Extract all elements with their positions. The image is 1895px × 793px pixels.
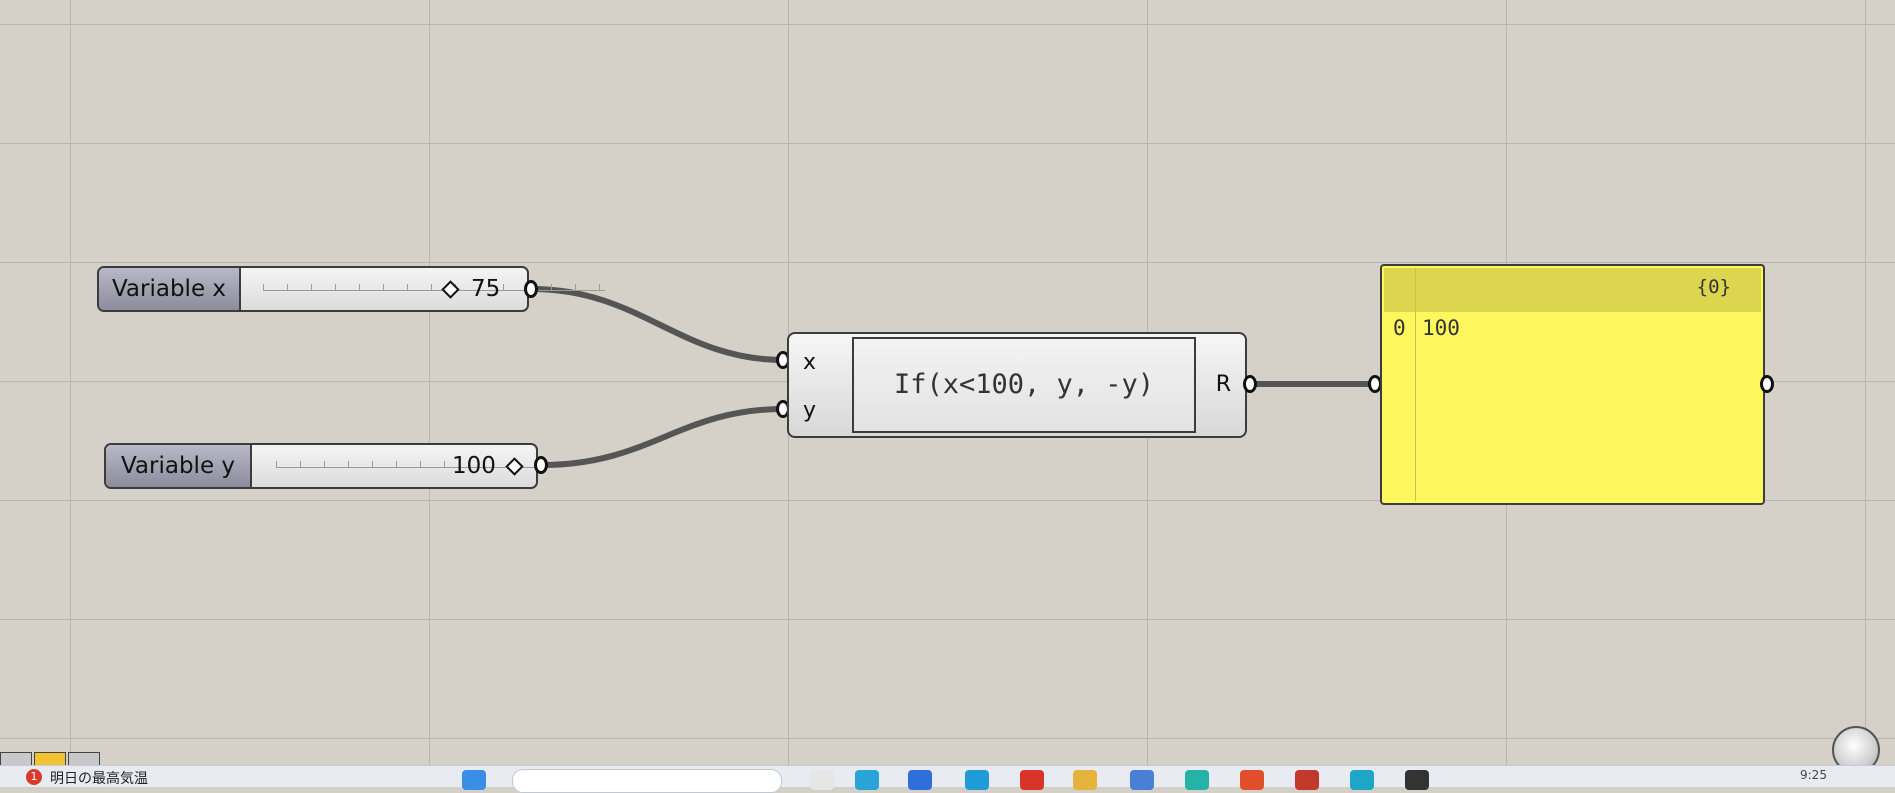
expression-formula[interactable]: If(x<100, y, -y)	[852, 337, 1196, 433]
slider-x-track[interactable]	[263, 280, 605, 291]
slider-x-value: 75	[471, 276, 501, 302]
slider-x-output-port[interactable]	[524, 280, 538, 298]
expression-output-port-r[interactable]	[1243, 375, 1257, 393]
slider-y-output-port[interactable]	[534, 456, 548, 474]
rhino-icon[interactable]	[1405, 770, 1429, 790]
panel-row-index: 0	[1393, 316, 1406, 340]
wire-x	[531, 286, 784, 363]
panel-data-path: {0}	[1696, 276, 1731, 298]
input-x-label: x	[803, 350, 817, 375]
slider-y-value: 100	[452, 453, 496, 479]
weather-widget[interactable]: 明日の最高気温	[50, 768, 148, 788]
weather-notification-badge: 1	[26, 769, 42, 785]
taskbar-clock: 9:25	[1800, 768, 1827, 782]
grasshopper-canvas[interactable]: Variable x 75 Variable y 100 x y If(x<10…	[0, 0, 1895, 765]
panel-component[interactable]: {0} 0 100	[1380, 264, 1765, 505]
slider-variable-y[interactable]: Variable y 100	[104, 443, 548, 489]
taskbar-app-icon-8[interactable]	[1240, 770, 1264, 790]
slider-x-label: Variable x	[99, 268, 241, 310]
slider-variable-x[interactable]: Variable x 75	[97, 266, 605, 312]
windows-taskbar: 1 明日の最高気温 9:25	[0, 765, 1895, 793]
taskbar-app-icon-2[interactable]	[855, 770, 879, 790]
slider-y-label: Variable y	[106, 445, 252, 487]
panel-index-divider	[1415, 268, 1416, 501]
taskbar-app-icon-6[interactable]	[1130, 770, 1154, 790]
panel-header: {0}	[1384, 268, 1761, 312]
taskbar-app-icon-5[interactable]	[1020, 770, 1044, 790]
panel-output-port[interactable]	[1760, 375, 1774, 393]
panel-row-value: 100	[1422, 316, 1460, 340]
wire-y	[541, 406, 784, 468]
taskbar-app-icon-3[interactable]	[908, 770, 932, 790]
taskbar-app-icon-4[interactable]	[965, 770, 989, 790]
taskbar-app-icon-10[interactable]	[1350, 770, 1374, 790]
taskbar-app-icon-7[interactable]	[1185, 770, 1209, 790]
taskbar-search-box[interactable]	[512, 769, 782, 793]
input-y-label: y	[803, 398, 817, 423]
expression-component[interactable]: x y If(x<100, y, -y) R	[787, 332, 1247, 438]
taskbar-app-icon-1[interactable]	[810, 770, 834, 790]
file-explorer-icon[interactable]	[1073, 770, 1097, 790]
start-icon[interactable]	[462, 770, 486, 790]
taskbar-app-icon-9[interactable]	[1295, 770, 1319, 790]
output-r-label: R	[1215, 372, 1231, 397]
